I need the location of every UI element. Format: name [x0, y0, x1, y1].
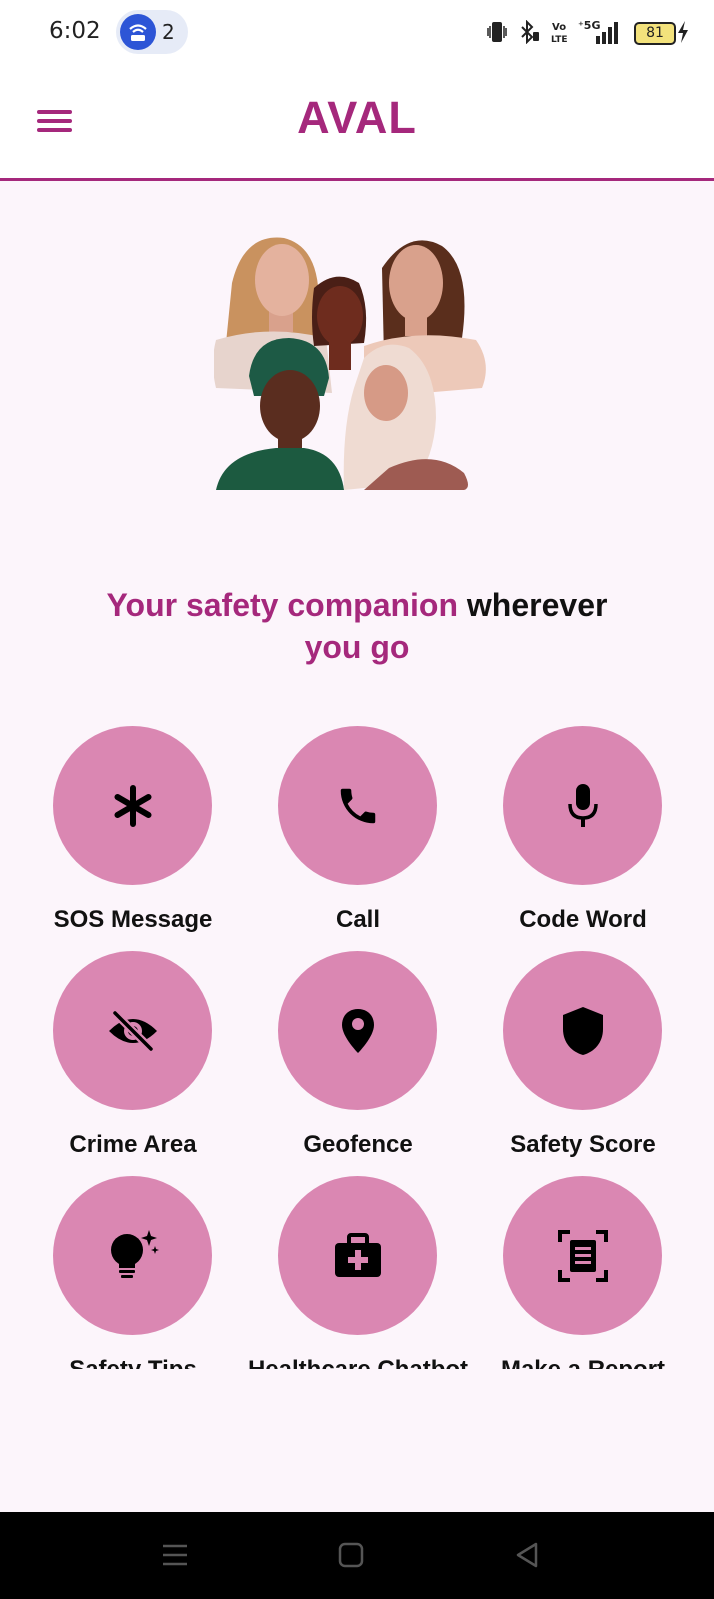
battery-icon: 81 [634, 22, 676, 45]
tile-label: Geofence [303, 1131, 413, 1158]
volte-icon: Vo LTE [551, 22, 568, 44]
recent-apps-icon[interactable] [162, 1540, 188, 1570]
tile-label: Call [335, 906, 380, 933]
shield-icon [562, 1006, 603, 1055]
app-bar: AVAL [0, 64, 714, 181]
call-button[interactable] [278, 726, 437, 885]
signal-icon: ⁺5G [578, 19, 618, 44]
microphone-icon [567, 783, 598, 827]
crime-area-button[interactable] [53, 951, 212, 1110]
eye-off-icon [108, 1009, 157, 1052]
svg-text:⁺5G: ⁺5G [578, 19, 601, 32]
sos-message-button[interactable] [53, 726, 212, 885]
back-icon[interactable] [514, 1540, 540, 1570]
hotspot-indicator[interactable]: 2 [116, 10, 188, 54]
phone-icon [340, 788, 375, 823]
call-tile[interactable]: Call [258, 726, 458, 956]
tile-label: Safety Score [510, 1131, 656, 1158]
geofence-tile[interactable]: Geofence [258, 951, 458, 1181]
medical-kit-icon [334, 1232, 381, 1277]
geofence-button[interactable] [278, 951, 437, 1110]
safety-tips-button[interactable] [53, 1176, 212, 1335]
home-icon[interactable] [338, 1540, 364, 1570]
tagline: Your safety companion wherever you go [90, 584, 624, 668]
hotspot-icon [120, 14, 156, 50]
sos-message-tile[interactable]: SOS Message [33, 726, 233, 956]
tagline-end: you go [304, 629, 410, 665]
battery-level: 81 [646, 25, 664, 41]
code-word-button[interactable] [503, 726, 662, 885]
status-time: 6:02 [49, 18, 101, 44]
lightbulb-icon [110, 1229, 159, 1278]
location-pin-icon [341, 1008, 374, 1053]
asterisk-icon [114, 784, 151, 827]
charging-icon [678, 21, 688, 43]
healthcare-chatbot-button[interactable] [278, 1176, 437, 1335]
hotspot-count: 2 [162, 20, 175, 44]
women-group-illustration [214, 237, 486, 490]
document-scan-icon [557, 1229, 608, 1282]
app-title: AVAL [297, 92, 417, 143]
tagline-plain: wherever [466, 587, 608, 623]
system-nav-bar [0, 1512, 714, 1599]
tagline-accent: Your safety companion [106, 587, 459, 623]
svg-text:Vo: Vo [552, 22, 566, 33]
status-icons: Vo LTE ⁺5G 81 [486, 18, 688, 46]
safety-score-button[interactable] [503, 951, 662, 1110]
tile-label: Code Word [519, 906, 647, 933]
crime-area-tile[interactable]: Crime Area [33, 951, 233, 1181]
status-bar: 6:02 2 Vo LTE ⁺5G 81 [0, 0, 714, 64]
safety-score-tile[interactable]: Safety Score [483, 951, 683, 1181]
code-word-tile[interactable]: Code Word [483, 726, 683, 956]
svg-text:LTE: LTE [551, 35, 568, 44]
content-clip [0, 1369, 714, 1519]
vibrate-icon [487, 22, 507, 42]
make-a-report-button[interactable] [503, 1176, 662, 1335]
bluetooth-icon [521, 20, 539, 44]
tile-label: SOS Message [53, 906, 213, 933]
tile-label: Crime Area [69, 1131, 197, 1158]
